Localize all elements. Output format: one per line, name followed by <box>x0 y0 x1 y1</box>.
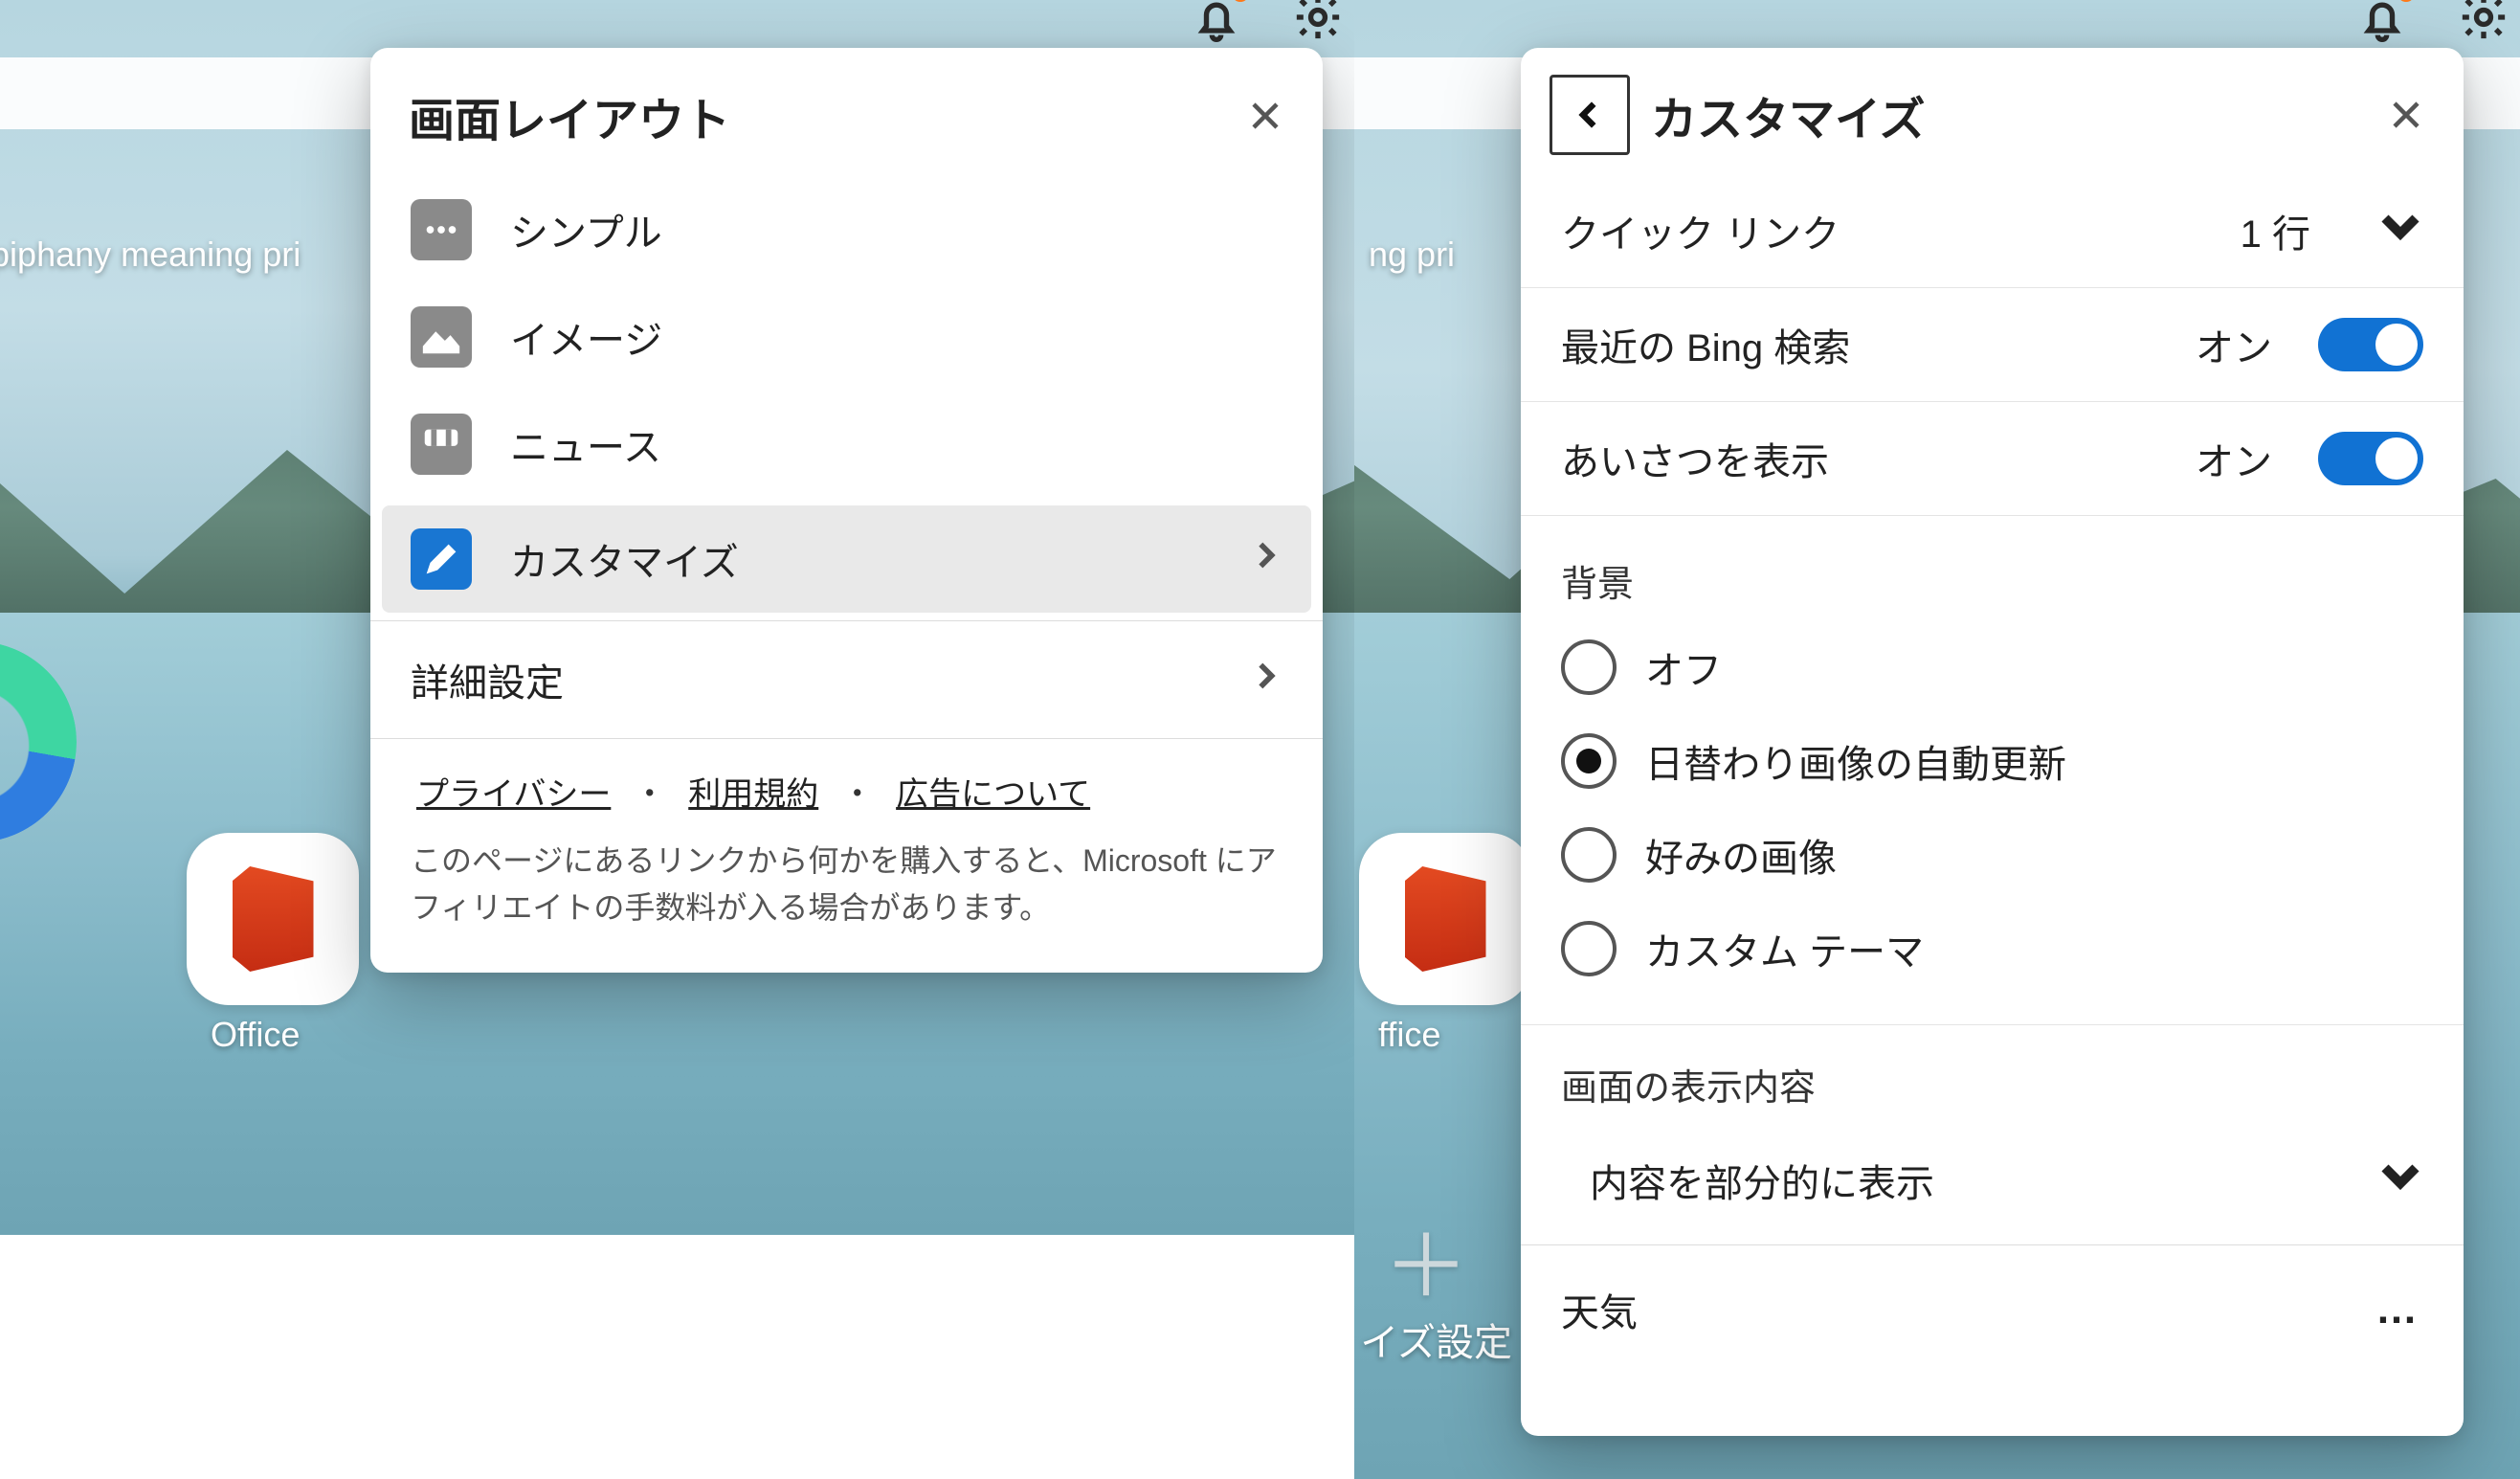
chevron-right-icon <box>1250 538 1282 581</box>
greeting-state: オン <box>2196 431 2272 486</box>
left-screenshot: epiphany meaning pri Office 画面レイアウト シンプル <box>0 0 1354 1479</box>
close-icon[interactable] <box>2387 96 2425 134</box>
privacy-link[interactable]: プライバシー <box>416 776 611 813</box>
layout-option-label: カスタマイズ <box>510 531 1212 587</box>
customize-icon <box>411 528 472 590</box>
recent-bing-toggle[interactable] <box>2318 318 2423 371</box>
chevron-down-icon <box>2377 203 2423 258</box>
layout-option-label: シンプル <box>510 202 1282 258</box>
radio-icon <box>1561 827 1617 883</box>
display-partial-row[interactable]: 内容を部分的に表示 <box>1521 1124 2464 1237</box>
gear-icon[interactable] <box>2457 0 2510 49</box>
panel-footer: プライバシー ・ 利用規約 ・ 広告について このページにあるリンクから何かを購… <box>370 747 1323 973</box>
quick-link-text[interactable]: ng pri <box>1369 235 1455 275</box>
office-tile-label: ffice <box>1378 1015 1440 1055</box>
weather-row[interactable]: 天気 … <box>1521 1253 2464 1345</box>
layout-option-image[interactable]: イメージ <box>370 283 1323 391</box>
layout-option-label: イメージ <box>510 309 1282 365</box>
gear-icon[interactable] <box>1291 0 1345 49</box>
recent-bing-state: オン <box>2196 317 2272 372</box>
office-tile-label: Office <box>211 1015 300 1055</box>
quick-links-label: クイック リンク <box>1561 203 2212 258</box>
close-icon[interactable] <box>1246 97 1284 135</box>
greeting-label: あいさつを表示 <box>1561 431 2167 486</box>
page-layout-panel: 画面レイアウト シンプル イメージ <box>370 48 1323 973</box>
bg-option-daily[interactable]: 日替わり画像の自動更新 <box>1521 714 2464 808</box>
quick-links-row[interactable]: クイック リンク 1 行 <box>1521 174 2464 288</box>
bg-option-theme[interactable]: カスタム テーマ <box>1521 902 2464 996</box>
bg-option-label: オフ <box>1645 639 1722 695</box>
background-radio-group: オフ 日替わり画像の自動更新 好みの画像 カスタム テーマ <box>1521 620 2464 1025</box>
quick-link-text[interactable]: epiphany meaning pri <box>0 235 301 275</box>
bg-option-label: 日替わり画像の自動更新 <box>1645 733 2066 789</box>
greeting-row: あいさつを表示 オン <box>1521 402 2464 516</box>
add-tile-icon[interactable]: ＋ <box>1383 1197 1469 1321</box>
office-tile[interactable] <box>1359 833 1531 1005</box>
chevron-right-icon <box>1250 659 1282 702</box>
customize-panel: カスタマイズ クイック リンク 1 行 最近の Bing 検索 オン あいさつを… <box>1521 48 2464 1436</box>
layout-option-customize[interactable]: カスタマイズ <box>382 505 1311 613</box>
right-screenshot: ng pri ffice ＋ イズ設定 カスタマイズ クイック リンク 1 行 <box>1354 0 2520 1479</box>
chevron-down-icon <box>2377 1153 2423 1208</box>
layout-option-simple[interactable]: シンプル <box>370 176 1323 283</box>
back-button[interactable] <box>1550 75 1630 155</box>
advanced-settings-label: 詳細設定 <box>411 652 1212 707</box>
panel-title: 画面レイアウト <box>409 82 1246 149</box>
notifications-icon[interactable] <box>1190 0 1243 49</box>
behind-panel-text: イズ設定 <box>1354 1311 1512 1367</box>
bg-option-fav[interactable]: 好みの画像 <box>1521 808 2464 902</box>
news-icon <box>411 414 472 475</box>
image-icon <box>411 306 472 368</box>
panel-title: カスタマイズ <box>1651 81 2387 148</box>
advanced-settings-row[interactable]: 詳細設定 <box>370 629 1323 730</box>
notifications-icon[interactable] <box>2355 0 2409 49</box>
display-section-title: 画面の表示内容 <box>1521 1025 2464 1124</box>
disclaimer-text: このページにあるリンクから何かを購入すると、Microsoft にアフィリエイト… <box>411 838 1282 932</box>
radio-icon <box>1561 921 1617 976</box>
radio-icon <box>1561 639 1617 695</box>
bg-option-off[interactable]: オフ <box>1521 620 2464 714</box>
bg-option-label: 好みの画像 <box>1645 827 1837 883</box>
more-icon[interactable]: … <box>2375 1286 2423 1333</box>
display-partial-label: 内容を部分的に表示 <box>1590 1153 2349 1208</box>
terms-link[interactable]: 利用規約 <box>688 776 818 813</box>
bg-option-label: カスタム テーマ <box>1645 921 1924 976</box>
greeting-toggle[interactable] <box>2318 432 2423 485</box>
office-tile[interactable] <box>187 833 359 1005</box>
ads-link[interactable]: 広告について <box>896 776 1090 813</box>
layout-option-label: ニュース <box>510 416 1282 472</box>
simple-icon <box>411 199 472 260</box>
quick-links-value: 1 行 <box>2241 203 2310 258</box>
weather-label: 天気 <box>1561 1282 1638 1337</box>
recent-bing-label: 最近の Bing 検索 <box>1561 317 2167 372</box>
radio-checked-icon <box>1561 733 1617 789</box>
layout-option-news[interactable]: ニュース <box>370 391 1323 498</box>
background-section-title: 背景 <box>1521 516 2464 620</box>
recent-bing-row: 最近の Bing 検索 オン <box>1521 288 2464 402</box>
